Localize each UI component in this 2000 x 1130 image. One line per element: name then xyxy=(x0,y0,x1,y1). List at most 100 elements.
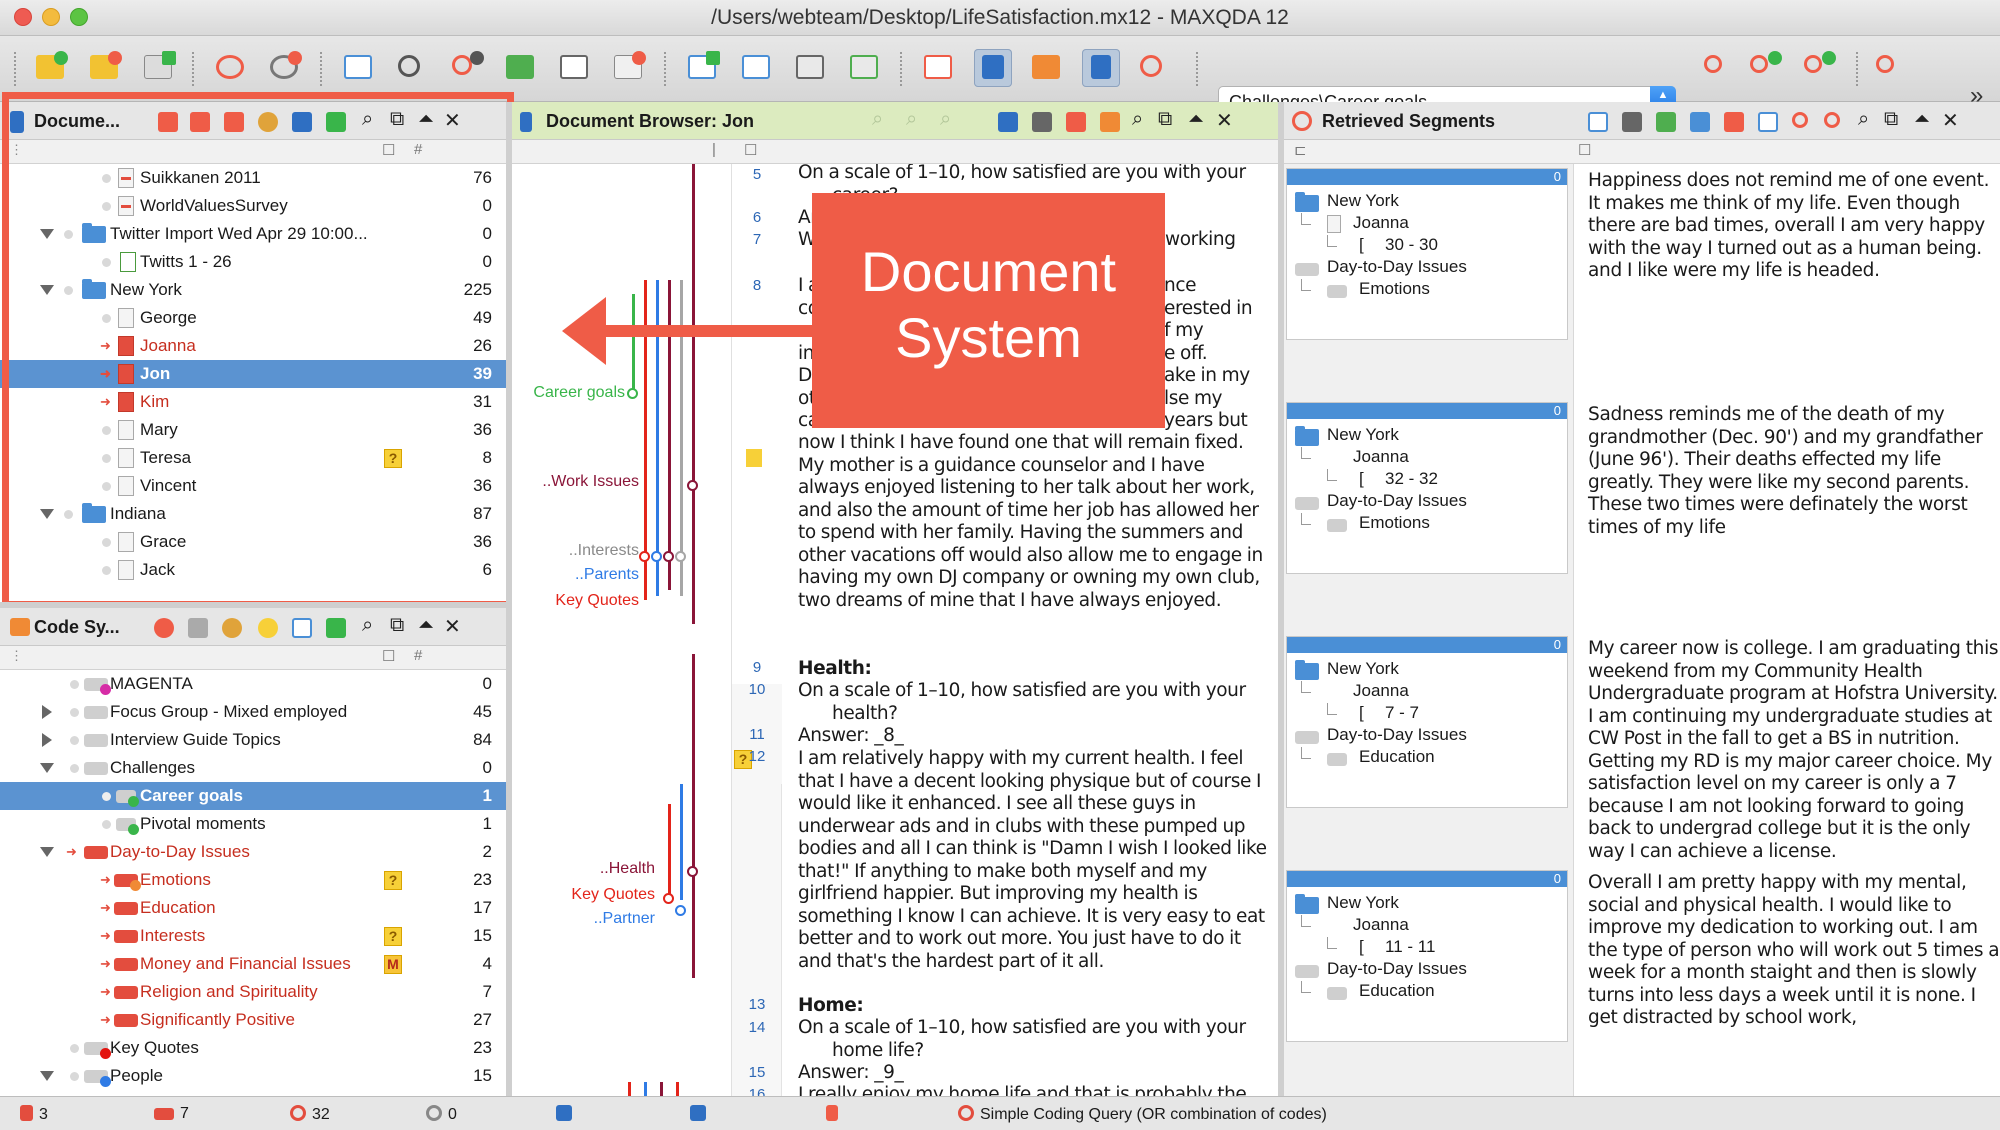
code-system-toggle-icon[interactable] xyxy=(1028,49,1066,87)
export-icon[interactable] xyxy=(140,49,178,87)
activation-dot[interactable] xyxy=(102,482,111,491)
segment-origin-card[interactable]: 0 New York Joanna [ 11 - 11 Day-to-Day I… xyxy=(1286,870,1568,1042)
close-icon[interactable]: ✕ xyxy=(444,108,461,133)
highlight-icon[interactable] xyxy=(1100,112,1120,132)
collapse-icon[interactable]: ⏶ xyxy=(1188,108,1204,131)
memo-icon[interactable]: M xyxy=(384,955,402,974)
new-code-icon[interactable] xyxy=(326,618,346,638)
expand-triangle-icon[interactable] xyxy=(40,509,54,519)
document-row[interactable]: Twitts 1 - 26 0 xyxy=(0,248,506,276)
margin-code-label[interactable]: ..Partner xyxy=(594,910,655,928)
margin-code-label[interactable]: Key Quotes xyxy=(555,592,639,610)
visual-tools-icon[interactable] xyxy=(920,49,958,87)
stripe-circle-icon[interactable] xyxy=(675,905,686,916)
segment-text[interactable]: Happiness does not remind me of one even… xyxy=(1588,170,2000,283)
code-matrix-browser-icon[interactable] xyxy=(684,49,722,87)
segment-text-column[interactable]: Happiness does not remind me of one even… xyxy=(1574,164,2000,1096)
code-row[interactable]: People 15 xyxy=(0,1062,506,1088)
document-group-row[interactable]: Indiana 87 xyxy=(0,500,506,528)
margin-toggle-icon[interactable]: | xyxy=(712,141,716,158)
code-row[interactable]: ➜ Significantly Positive 27 xyxy=(0,1006,506,1034)
segment-origin-card[interactable]: 0 New York Joanna [ 32 - 32 Day-to-Day I… xyxy=(1286,402,1568,574)
smiley-icon[interactable] xyxy=(258,618,278,638)
stripe-circle-icon[interactable] xyxy=(675,551,686,562)
stripe-circle-icon[interactable] xyxy=(663,893,674,904)
activation-dot[interactable] xyxy=(102,566,111,575)
margin-code-label[interactable]: Key Quotes xyxy=(571,886,655,904)
import-documents-icon[interactable] xyxy=(86,49,124,87)
stripe-circle-icon[interactable] xyxy=(687,480,698,491)
code-icon[interactable] xyxy=(154,618,174,638)
document-group-row[interactable]: Twitter Import Wed Apr 29 10:00... 0 xyxy=(0,220,506,248)
code-row[interactable]: ➜ Interests ? 15 xyxy=(0,922,506,950)
code-row[interactable]: ➜ Money and Financial Issues M 4 xyxy=(0,950,506,978)
collapse-icon[interactable]: ⏶ xyxy=(418,614,434,637)
margin-code-label[interactable]: ..Interests xyxy=(569,542,639,560)
status-codes[interactable]: 7 xyxy=(154,1105,189,1123)
search-icon[interactable]: ⌕ xyxy=(1132,108,1143,131)
document-row-selected[interactable]: ➜ Jon 39 xyxy=(0,360,506,388)
new-document-icon[interactable] xyxy=(158,112,178,132)
smart-coding-icon[interactable] xyxy=(1758,112,1778,132)
filter-icon[interactable] xyxy=(826,1105,844,1124)
zoom-out-icon[interactable]: ⌕ xyxy=(906,108,917,131)
document-row[interactable]: WorldValuesSurvey 0 xyxy=(0,192,506,220)
memo-icon[interactable]: ? xyxy=(384,927,402,946)
edit-mode-icon[interactable] xyxy=(998,112,1018,132)
activation-dot[interactable] xyxy=(64,510,73,519)
coding-stripe[interactable] xyxy=(668,804,671,894)
expand-triangle-icon[interactable] xyxy=(40,847,54,857)
activation-dot[interactable] xyxy=(102,258,111,267)
segment-text[interactable]: Overall I am pretty happy with my mental… xyxy=(1588,872,2000,1030)
margin-code-label[interactable]: ..Health xyxy=(600,860,655,878)
activation-dot[interactable] xyxy=(102,820,111,829)
activation-dot[interactable] xyxy=(102,202,111,211)
zoom-in-icon[interactable]: ⌕ xyxy=(872,108,883,131)
margin-code-label[interactable]: ..Work Issues xyxy=(542,473,639,491)
export-icon[interactable] xyxy=(326,112,346,132)
html-export-icon[interactable] xyxy=(1690,112,1710,132)
new-group-icon[interactable] xyxy=(292,112,312,132)
word-cloud-icon[interactable] xyxy=(610,49,648,87)
document-row[interactable]: Grace 36 xyxy=(0,528,506,556)
document-row[interactable]: Jack 6 xyxy=(0,556,506,584)
code-row[interactable]: ➜ Day-to-Day Issues 2 xyxy=(0,838,506,866)
document-system-toggle-icon[interactable] xyxy=(974,49,1012,87)
document-row[interactable]: Suikkanen 2011 76 xyxy=(0,164,506,192)
activation-dot[interactable] xyxy=(70,708,79,717)
search-icon[interactable]: ⌕ xyxy=(1858,108,1869,131)
coding-stripe[interactable] xyxy=(628,1082,631,1096)
code-row[interactable]: Challenges 0 xyxy=(0,754,506,782)
activation-dot[interactable] xyxy=(70,1072,79,1081)
undock-icon[interactable]: ⧉ xyxy=(1158,108,1172,131)
status-documents[interactable]: 3 xyxy=(20,1105,48,1124)
activation-dot[interactable] xyxy=(102,454,111,463)
query-status[interactable]: Simple Coding Query (OR combination of c… xyxy=(958,1105,1327,1124)
stripe-circle-icon[interactable] xyxy=(639,551,650,562)
new-document-group-icon[interactable] xyxy=(32,49,70,87)
undock-icon[interactable]: ⧉ xyxy=(390,108,404,131)
memo-icon[interactable]: ? xyxy=(384,449,402,468)
memo-icon[interactable]: ? xyxy=(384,871,402,890)
document-row[interactable]: ➜ Joanna 26 xyxy=(0,332,506,360)
activation-dot[interactable] xyxy=(102,792,111,801)
status-segments[interactable]: 32 xyxy=(290,1105,330,1124)
segment-text[interactable]: My career now is college. I am graduatin… xyxy=(1588,638,2000,863)
expand-triangle-icon[interactable] xyxy=(40,229,54,239)
zoom-reset-icon[interactable]: ⌕ xyxy=(940,108,951,131)
margin-code-label[interactable]: Career goals xyxy=(533,384,625,402)
color-coding-icon[interactable] xyxy=(1872,49,1910,87)
search-icon[interactable] xyxy=(394,49,432,87)
user-icon[interactable] xyxy=(556,1105,578,1124)
activation-dot[interactable] xyxy=(64,286,73,295)
retrieved-segments-toggle-icon[interactable] xyxy=(1136,49,1174,87)
code-with-new-code-icon[interactable] xyxy=(1824,112,1840,128)
stripe-circle-icon[interactable] xyxy=(663,551,674,562)
code-row[interactable]: ➜ Education 17 xyxy=(0,894,506,922)
table-view-icon[interactable] xyxy=(1588,112,1608,132)
document-row[interactable]: ➜ Kim 31 xyxy=(0,388,506,416)
document-portrait-icon[interactable] xyxy=(502,49,540,87)
overview-table-icon[interactable] xyxy=(340,49,378,87)
undo-coding-icon[interactable] xyxy=(212,49,250,87)
document-group-row[interactable]: New York 225 xyxy=(0,276,506,304)
